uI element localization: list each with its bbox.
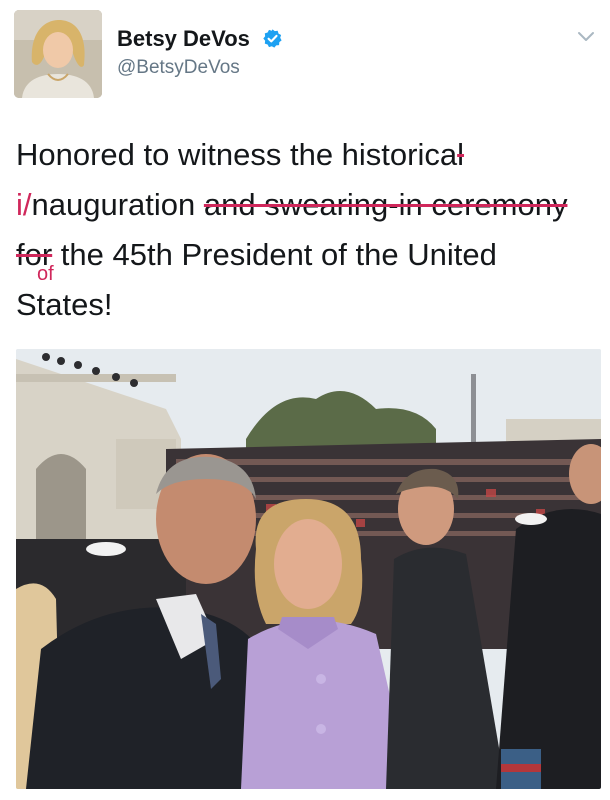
avatar[interactable] [14,10,102,98]
correction-mark: i/ [16,187,32,222]
struck-text: l [457,137,465,172]
tweet-line-4: States! [16,280,601,330]
author-name-row[interactable]: Betsy DeVos [117,26,283,52]
struck-text: and swearing-in ceremony [203,187,568,222]
author-name[interactable]: Betsy DeVos [117,26,250,51]
tweet-text-segment: the 45th President of the United [52,237,497,272]
tweet-line-1: Honored to witness the historical [16,130,601,180]
tweet-text-segment: nauguration [31,187,204,222]
author-handle[interactable]: @BetsyDeVos [117,57,240,79]
tweet-text-segment: Honored to witness the historica [16,137,458,172]
profile-photo-icon [14,10,102,98]
tweet-line-3: for the 45th President of the United of [16,230,601,284]
inauguration-photo [16,349,601,789]
verified-badge-icon [263,29,282,48]
tweet-photo[interactable] [16,349,601,789]
tweet-text-segment: States! [16,287,113,322]
tweet-text: Honored to witness the historical i/naug… [16,130,601,330]
tweet-line-2: i/nauguration and swearing-in ceremony [16,180,601,230]
chevron-down-icon[interactable] [576,30,596,44]
